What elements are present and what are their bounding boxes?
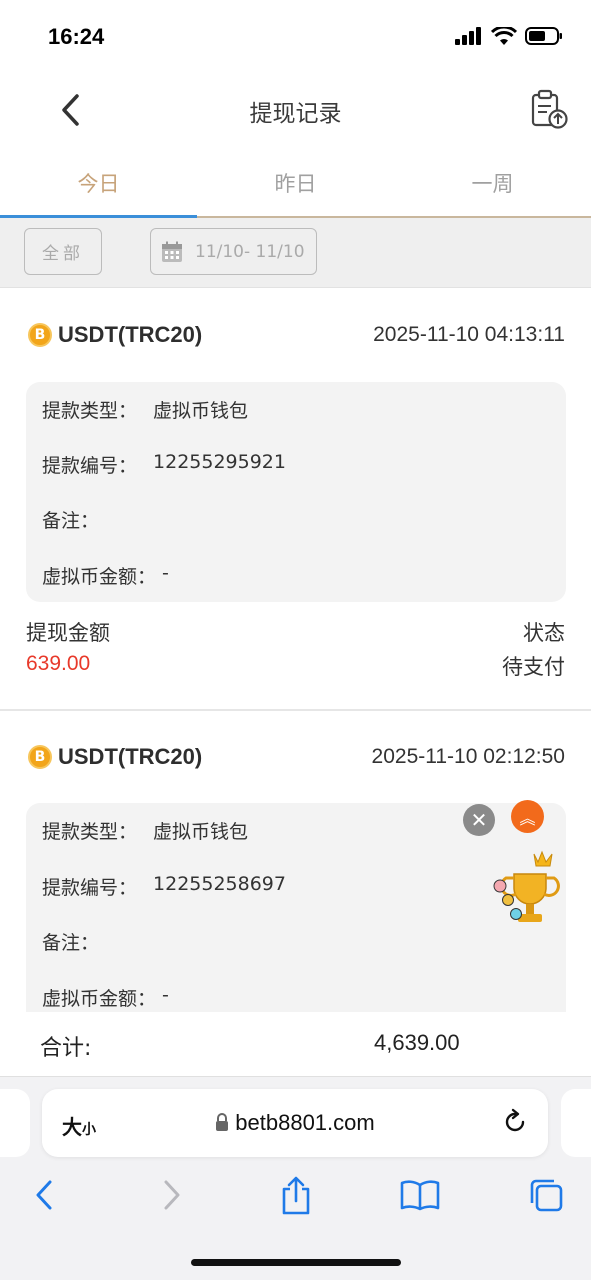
- url-text: betb8801.com: [235, 1110, 375, 1135]
- record-divider: [0, 709, 591, 711]
- detail-id: 提款编号： 12255295921: [42, 451, 286, 478]
- reload-icon: [505, 1108, 525, 1132]
- amount-label: 提现金额: [26, 621, 110, 645]
- detail-label: 虚拟币金额：: [42, 566, 157, 588]
- coin-icon: B: [28, 323, 52, 347]
- record-header: B USDT(TRC20): [28, 322, 202, 348]
- battery-icon: [525, 27, 562, 45]
- url-display[interactable]: betb8801.com: [42, 1110, 548, 1136]
- lock-icon: [216, 1113, 229, 1131]
- scroll-top-button[interactable]: ︽: [511, 800, 544, 833]
- browser-forward-button[interactable]: [152, 1173, 192, 1217]
- browser-back-button[interactable]: [24, 1173, 64, 1217]
- previous-tab-preview[interactable]: [0, 1089, 30, 1157]
- record-time: 2025-11-10 04:13:11: [373, 323, 565, 346]
- wifi-icon: [491, 26, 517, 45]
- tab-week[interactable]: 一周: [394, 168, 591, 198]
- tabs-button[interactable]: [526, 1173, 566, 1217]
- detail-value: 虚拟币钱包: [153, 400, 249, 422]
- detail-label: 提款类型：: [42, 400, 138, 422]
- browser-chrome: 大小 betb8801.com: [0, 1076, 591, 1280]
- reload-button[interactable]: [500, 1107, 530, 1137]
- period-tabs: 今日 昨日 一周: [0, 148, 591, 218]
- browser-toolbar: [0, 1173, 591, 1223]
- close-icon: ✕: [470, 808, 488, 832]
- detail-crypto-amount: 虚拟币金额： -: [42, 984, 169, 1011]
- page-title: 提现记录: [249, 101, 342, 127]
- book-icon: [400, 1180, 440, 1211]
- detail-note: 备注：: [42, 928, 115, 955]
- share-button[interactable]: [276, 1173, 316, 1217]
- amount-value: 639.00: [26, 652, 91, 675]
- status-icons: [455, 26, 563, 46]
- detail-type: 提款类型： 虚拟币钱包: [42, 396, 248, 423]
- detail-label: 虚拟币金额：: [42, 988, 157, 1010]
- detail-type: 提款类型： 虚拟币钱包: [42, 817, 248, 844]
- record-currency: USDT(TRC20): [58, 322, 203, 347]
- bookmarks-button[interactable]: [400, 1173, 440, 1217]
- detail-label: 提款编号：: [42, 455, 138, 477]
- record-currency: USDT(TRC20): [58, 744, 203, 769]
- chevron-left-icon: [36, 1180, 52, 1210]
- record-details: 提款类型： 虚拟币钱包 提款编号： 12255295921 备注： 虚拟币金额：…: [26, 382, 566, 602]
- detail-label: 备注：: [42, 932, 100, 954]
- withdrawal-record[interactable]: B USDT(TRC20) 2025-11-10 04:13:11 提款类型： …: [0, 290, 591, 710]
- detail-note: 备注：: [42, 506, 115, 533]
- home-indicator: [191, 1259, 401, 1266]
- detail-crypto-amount: 虚拟币金额： -: [42, 562, 169, 589]
- address-bar[interactable]: 大小 betb8801.com: [42, 1089, 548, 1157]
- tab-yesterday[interactable]: 昨日: [197, 168, 394, 198]
- total-bar: 合计: 4,639.00: [0, 1012, 591, 1076]
- export-button[interactable]: [529, 88, 569, 130]
- date-range-text: 11/10- 11/10: [195, 241, 305, 262]
- detail-label: 提款类型：: [42, 821, 138, 843]
- coin-icon: B: [28, 745, 52, 769]
- detail-value: 虚拟币钱包: [153, 821, 249, 843]
- detail-value: -: [162, 562, 169, 584]
- detail-value: 12255295921: [153, 451, 286, 473]
- status-label: 状态: [523, 621, 565, 645]
- share-icon: [282, 1176, 310, 1215]
- date-range-button[interactable]: 11/10- 11/10: [150, 228, 317, 275]
- total-label: 合计:: [40, 1036, 92, 1061]
- filter-all-button[interactable]: 全部: [24, 228, 102, 275]
- double-chevron-up-icon: ︽: [519, 808, 536, 828]
- status-bar: 16:24: [0, 0, 591, 72]
- tabs-icon: [530, 1179, 563, 1212]
- clipboard-upload-icon: [531, 89, 568, 129]
- detail-label: 备注：: [42, 510, 100, 532]
- status-value: 待支付: [502, 655, 565, 679]
- detail-value: 12255258697: [153, 873, 286, 895]
- next-tab-preview[interactable]: [561, 1089, 591, 1157]
- close-float-button[interactable]: ✕: [463, 804, 495, 836]
- record-time: 2025-11-10 02:12:50: [371, 745, 565, 768]
- nav-bar: 提现记录: [0, 72, 591, 148]
- filter-bar: 全部 11/10- 11/10: [0, 218, 591, 288]
- detail-value: -: [162, 984, 169, 1006]
- calendar-icon: [162, 241, 182, 262]
- detail-id: 提款编号： 12255258697: [42, 873, 286, 900]
- status-time: 16:24: [48, 24, 105, 49]
- trophy-icon[interactable]: [492, 848, 562, 932]
- cellular-signal-icon: [455, 27, 481, 45]
- record-header: B USDT(TRC20): [28, 744, 202, 770]
- tab-today[interactable]: 今日: [0, 168, 197, 198]
- detail-label: 提款编号：: [42, 877, 138, 899]
- total-value: 4,639.00: [374, 1030, 460, 1055]
- chevron-right-icon: [164, 1180, 180, 1210]
